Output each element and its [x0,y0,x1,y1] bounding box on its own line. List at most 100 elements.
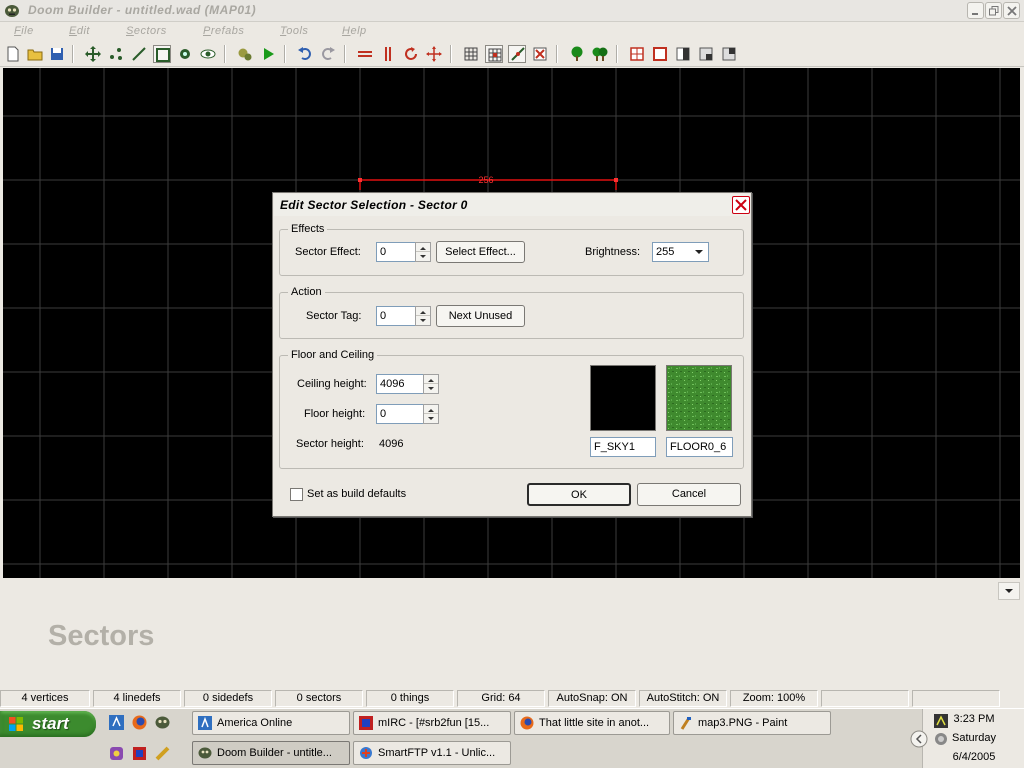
save-map-button[interactable] [48,45,66,63]
task-doom-builder[interactable]: Doom Builder - untitle... [192,741,350,765]
insert-thing-button[interactable] [568,45,586,63]
sector-tag-spinner[interactable] [415,306,431,326]
quicklaunch-aol-icon[interactable] [108,714,125,731]
show-grid-button[interactable] [462,45,480,63]
quicklaunch-doombuilder-icon[interactable] [154,714,171,731]
view-lines-button[interactable] [651,45,669,63]
menu-sectors[interactable]: Sectors [126,25,167,37]
quicklaunch-firefox-icon[interactable] [131,714,148,731]
cancel-button[interactable]: Cancel [637,483,741,506]
auto-stitch-button[interactable] [508,45,526,63]
restore-button[interactable] [985,2,1002,19]
brightness-dropdown-button[interactable] [691,243,708,261]
select-effect-button[interactable]: Select Effect... [436,241,525,263]
edit-sector-dialog: Edit Sector Selection - Sector 0 Effects… [272,192,752,517]
floor-height-spinner[interactable] [423,404,439,424]
undo-button[interactable] [296,45,314,63]
paint-icon [680,717,691,730]
snap-to-grid-button[interactable] [485,45,503,63]
rotate-button[interactable] [402,45,420,63]
redo-button[interactable] [319,45,337,63]
view-brightness-icon [676,47,690,61]
task-aol[interactable]: America Online [192,711,350,735]
sector-tag-label: Sector Tag: [306,310,362,322]
sector-effect-spinner[interactable] [415,242,431,262]
ceiling-height-label: Ceiling height: [297,378,367,390]
minimize-icon [972,13,978,15]
task-smartftp[interactable]: SmartFTP v1.1 - Unlic... [353,741,511,765]
move-mode-button[interactable] [84,45,102,63]
task-paint[interactable]: map3.PNG - Paint [673,711,831,735]
stitch-icon [511,47,525,61]
menu-bar: File Edit Sectors Prefabs Tools Help [0,22,1024,41]
menu-edit[interactable]: Edit [69,25,90,37]
menu-help[interactable]: Help [342,25,367,37]
task-mirc[interactable]: mIRC - [#srb2fun [15... [353,711,511,735]
status-vertices: 4 vertices [0,690,90,707]
ceiling-texture-preview[interactable] [590,365,656,431]
view-brightness-button[interactable] [674,45,692,63]
quicklaunch-mirc-icon[interactable] [131,745,148,762]
dialog-close-button[interactable] [732,196,750,214]
test-settings-button[interactable] [236,45,254,63]
merge-geometry-button[interactable] [531,45,549,63]
sector-effect-input[interactable]: 0 [376,242,416,262]
close-button[interactable] [1003,2,1020,19]
toolbar-separator [224,45,226,63]
spin-down-icon [428,417,434,420]
view-floors-button[interactable] [697,45,715,63]
build-defaults-checkbox[interactable] [290,488,303,501]
info-panel-dropdown[interactable] [998,582,1020,600]
resize-button[interactable] [425,45,443,63]
next-unused-button[interactable]: Next Unused [436,305,525,327]
close-icon [1007,6,1017,16]
linedefs-icon [132,47,146,61]
3d-mode-button[interactable] [199,45,217,63]
save-disk-icon [51,48,63,60]
menu-prefabs[interactable]: Prefabs [203,25,244,37]
linedefs-mode-button[interactable] [130,45,148,63]
dropdown-arrow-icon [695,250,703,254]
toolbar-separator [284,45,286,63]
quicklaunch-tool-icon[interactable] [154,745,171,762]
open-map-button[interactable] [26,45,44,63]
floor-ceiling-legend: Floor and Ceiling [291,349,375,361]
flip-horizontal-button[interactable] [356,45,374,63]
vertices-icon [110,48,122,60]
ceiling-height-spinner[interactable] [423,374,439,394]
test-map-button[interactable] [259,45,277,63]
menu-file[interactable]: File [14,25,34,37]
ceiling-texture-input[interactable]: F_SKY1 [590,437,656,457]
status-linedefs: 4 linedefs [93,690,181,707]
sectors-mode-button[interactable] [153,45,171,63]
quicklaunch-app-icon[interactable] [108,745,125,762]
floor-texture-preview[interactable] [666,365,732,431]
status-autostitch: AutoStitch: ON [639,690,727,707]
ok-button[interactable]: OK [527,483,631,506]
sector-effect-label: Sector Effect: [295,246,361,258]
status-zoom: Zoom: 100% [730,690,818,707]
status-sectors: 0 sectors [275,690,363,707]
insert-things-button[interactable] [591,45,609,63]
things-mode-button[interactable] [176,45,194,63]
flip-vertical-button[interactable] [379,45,397,63]
dialog-title: Edit Sector Selection - Sector 0 [280,198,468,212]
task-firefox[interactable]: That little site in anot... [514,711,670,735]
vertices-mode-button[interactable] [107,45,125,63]
sector-tag-input[interactable]: 0 [376,306,416,326]
menu-tools[interactable]: Tools [280,25,308,37]
floor-height-input[interactable]: 0 [376,404,424,424]
floor-texture-input[interactable]: FLOOR0_6 [666,437,733,457]
flip-vertical-icon [385,47,391,61]
status-sidedefs: 0 sidedefs [184,690,272,707]
gears-icon [238,48,252,61]
view-ceilings-button[interactable] [720,45,738,63]
ceiling-height-input[interactable]: 4096 [376,374,424,394]
sector-height-value: 4096 [379,438,404,450]
tray-expand-chevron-icon[interactable] [910,730,928,748]
grass-texture-image [667,366,731,430]
new-map-button[interactable] [4,45,22,63]
minimize-button[interactable] [967,2,984,19]
start-button[interactable]: start [0,711,96,737]
view-normal-button[interactable] [628,45,646,63]
